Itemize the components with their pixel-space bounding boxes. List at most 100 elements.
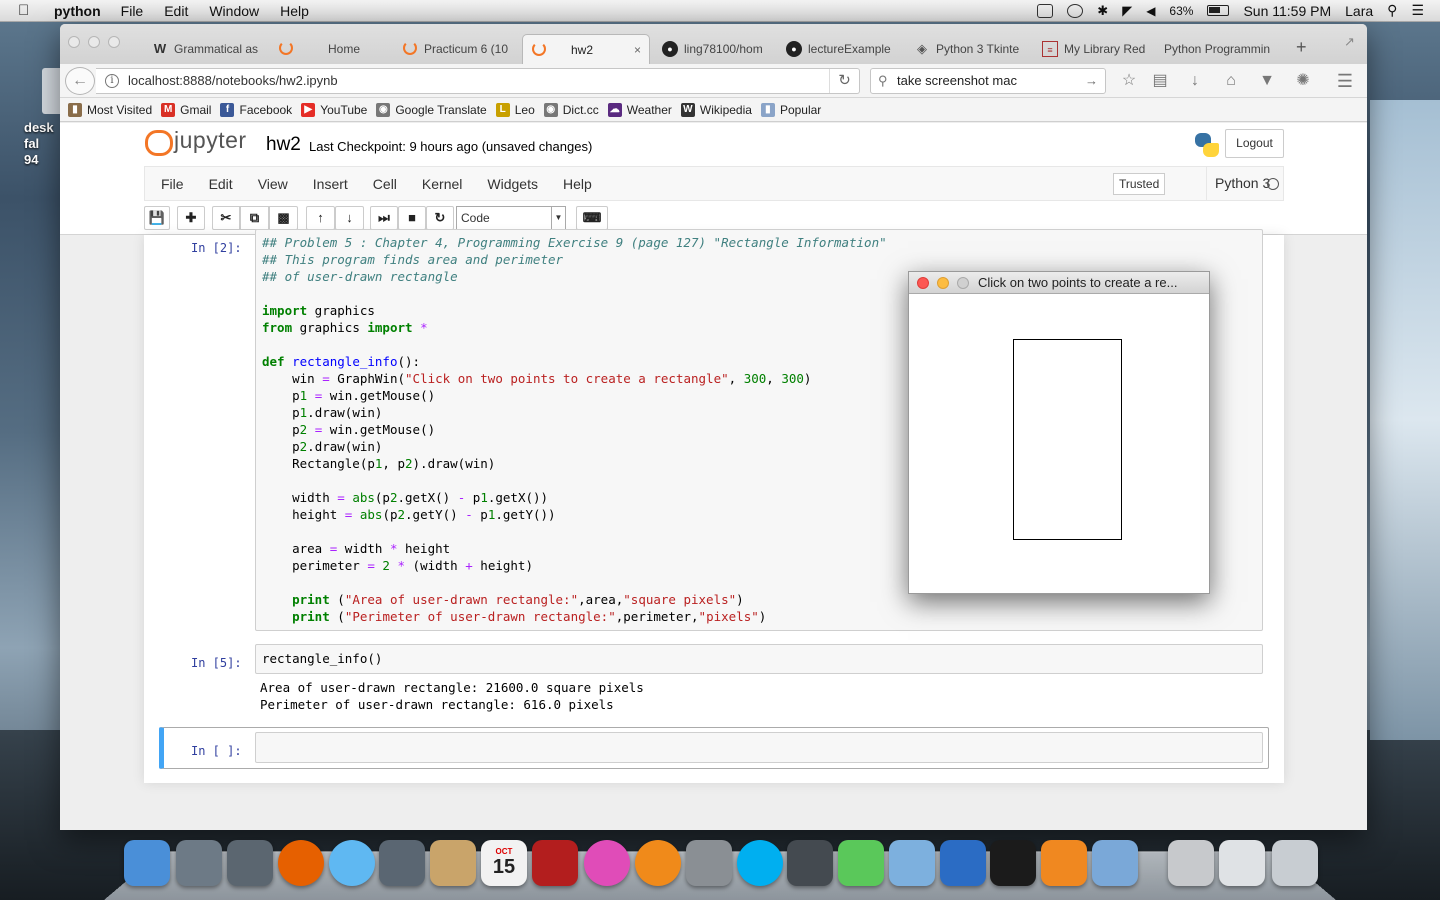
contacts-icon[interactable] [430,840,476,886]
bookmark-most-visited[interactable]: ▮ Most Visited [68,102,152,117]
tab-ling78100[interactable]: ● ling78100/hom [654,34,774,64]
window-zoom-button[interactable] [108,36,120,48]
new-tab-button[interactable]: + [1296,37,1307,58]
ibooks-icon[interactable] [635,840,681,886]
status-shield-icon[interactable] [1037,3,1054,18]
menu-window[interactable]: Window [209,3,259,19]
tab-home[interactable]: Home [270,34,390,64]
terminal-icon[interactable] [990,840,1036,886]
home-icon[interactable]: ⌂ [1222,72,1240,90]
graphwin-zoom-button[interactable] [957,277,969,289]
back-button[interactable]: ← [65,67,95,95]
tab-hw2[interactable]: hw2 × [522,34,650,64]
window-minimize-button[interactable] [88,36,100,48]
feather-icon[interactable] [1092,840,1138,886]
photo-booth-icon[interactable] [532,840,578,886]
bookmark-youtube[interactable]: ▶ YouTube [301,102,367,117]
app-menu[interactable]: python [54,3,101,19]
bookmark-leo[interactable]: L Leo [495,102,535,117]
bookmark-gmail[interactable]: M Gmail [161,102,211,117]
launchpad-icon[interactable] [176,840,222,886]
itunes-icon[interactable] [584,840,630,886]
graphwin-titlebar[interactable]: Click on two points to create a re... [909,272,1209,294]
jmenu-cell[interactable]: Cell [373,176,397,192]
extension-icon[interactable]: ✺ [1294,72,1312,90]
notebook-name[interactable]: hw2 [266,134,301,156]
menu-file[interactable]: File [121,3,144,19]
drawn-rectangle[interactable] [1013,339,1122,540]
time-machine-icon[interactable] [1067,3,1084,18]
apple-menu-icon[interactable]:  [18,2,40,19]
spotlight-icon[interactable]: ⚲ [1387,2,1397,19]
downloads-stack-icon[interactable] [1219,840,1265,886]
empty-code-cell-input[interactable] [255,732,1263,763]
bookmark-google-translate[interactable]: ◉ Google Translate [376,102,487,117]
bookmark-star-icon[interactable]: ☆ [1120,72,1138,90]
logout-button[interactable]: Logout [1225,129,1284,158]
menu-edit[interactable]: Edit [164,3,188,19]
run-cell-icon[interactable]: ⏭ [370,206,398,230]
trusted-badge[interactable]: Trusted [1113,173,1166,195]
tab-lecture-examples[interactable]: ● lectureExample [778,34,900,64]
search-go-icon[interactable]: → [1085,69,1098,93]
clock[interactable]: Sun 11:59 PM [1243,3,1331,19]
save-icon[interactable]: 💾 [144,206,170,230]
calendar-icon[interactable]: OCT 15 [481,840,527,886]
disk-utility-icon[interactable] [787,840,833,886]
desktop-file-icon[interactable] [42,68,62,114]
graphwin-minimize-button[interactable] [937,277,949,289]
menu-help[interactable]: Help [280,3,309,19]
copy-icon[interactable]: ⧉ [240,206,269,230]
preview-icon[interactable] [889,840,935,886]
reading-list-icon[interactable]: ▤ [1151,72,1169,90]
wifi-icon[interactable]: ◤ [1122,3,1132,19]
jmenu-insert[interactable]: Insert [313,176,348,192]
bookmark-popular[interactable]: ▮ Popular [760,102,821,117]
tab-python-programming[interactable]: Python Programmin [1156,34,1280,64]
battery-icon[interactable] [1207,5,1230,16]
tab-python-tkinter[interactable]: ◈ Python 3 Tkinte [906,34,1030,64]
user-name[interactable]: Lara [1345,3,1373,19]
reload-icon[interactable]: ↻ [829,69,859,93]
downloads-icon[interactable]: ↓ [1186,72,1204,90]
hamburger-menu-icon[interactable]: ☰ [1336,72,1354,90]
messages-icon[interactable] [329,840,375,886]
move-up-icon[interactable]: ↑ [306,206,335,230]
bluetooth-icon[interactable]: ✱ [1097,3,1108,19]
tab-my-library[interactable]: ≡ My Library Red [1034,34,1152,64]
bookmark-dictcc[interactable]: ◉ Dict.cc [543,102,599,117]
word-icon[interactable] [940,840,986,886]
window-close-button[interactable] [68,36,80,48]
search-bar[interactable]: ⚲ take screenshot mac → [870,68,1106,94]
image-capture-icon[interactable] [227,840,273,886]
jmenu-file[interactable]: File [161,176,184,192]
url-bar[interactable]: i localhost:8888/notebooks/hw2.ipynb ↻ [96,68,860,94]
cut-icon[interactable]: ✂ [212,206,240,230]
battery-percent[interactable]: 63% [1169,4,1193,18]
site-info-icon[interactable]: i [105,74,119,88]
jmenu-kernel[interactable]: Kernel [422,176,462,192]
bookmark-wikipedia[interactable]: W Wikipedia [680,102,752,117]
bookmark-weather[interactable]: ☁ Weather [607,102,672,117]
finder-icon[interactable] [124,840,170,886]
tab-practicum[interactable]: Practicum 6 (10 [394,34,518,64]
graphwin-close-button[interactable] [917,277,929,289]
close-tab-icon[interactable]: × [634,43,641,57]
move-down-icon[interactable]: ↓ [335,206,364,230]
notification-center-icon[interactable]: ☰ [1411,2,1424,19]
fullscreen-icon[interactable]: ↗ [1344,34,1355,50]
jmenu-widgets[interactable]: Widgets [487,176,538,192]
keyboard-shortcuts-icon[interactable]: ⌨ [576,206,608,230]
restart-kernel-icon[interactable]: ↻ [426,206,454,230]
jupyter-logo[interactable]: jupyter [144,127,247,156]
cell-type-select[interactable]: Code ▼ [456,206,566,230]
interrupt-kernel-icon[interactable]: ■ [398,206,426,230]
skype-icon[interactable] [737,840,783,886]
volume-icon[interactable]: ◀ [1146,4,1155,18]
trash-icon[interactable] [1272,840,1318,886]
jmenu-help[interactable]: Help [563,176,592,192]
paste-icon[interactable]: ▩ [269,206,298,230]
bookmark-facebook[interactable]: f Facebook [220,102,292,117]
sublime-text-icon[interactable] [1041,840,1087,886]
insert-cell-icon[interactable]: ✚ [177,206,205,230]
